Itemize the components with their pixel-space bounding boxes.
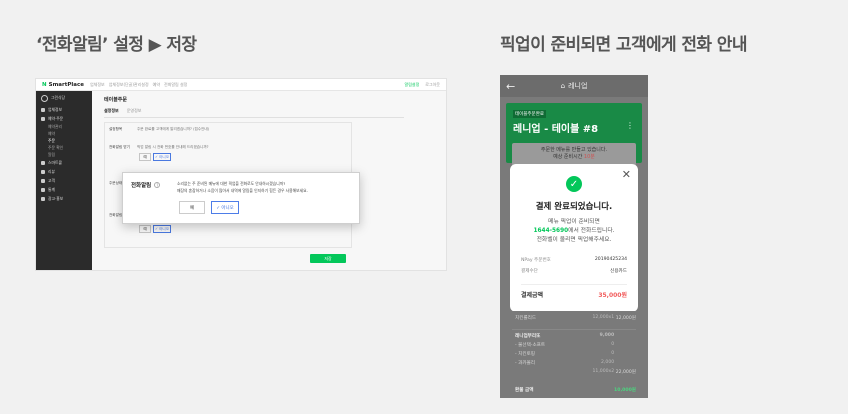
order-status-badge: 테이블주문완료 [513,110,546,118]
breadcrumb-item[interactable]: 업체정보(단골)관리설정 [109,82,149,88]
left-heading: ‘전화알림’ 설정 ▶ 저장 [36,35,197,55]
list-item: 치킨롤리드 12,000x1 12,000원 [515,315,636,321]
brand-logo[interactable]: N SmartPlace [42,82,84,88]
modal-message: 전화벨이 울리면 픽업해주세요. [536,237,612,243]
right-heading: 픽업이 준비되면 고객에게 전화 안내 [500,35,747,55]
sidebar-item[interactable]: 업체정보 [36,105,92,114]
sidebar-subitem[interactable]: 주문 확인 [36,144,92,151]
dialog-text: 소리없는 주 준비된 메뉴에 대한 픽업을 전화로도 안내하시겠습니까? [177,181,286,186]
total-row: 결제금액 35,000원 [521,292,627,299]
refund-row: 환불 금액 10,000원 [515,388,636,393]
phone-alert-dialog: 전화알림? 소리없는 주 준비된 메뉴에 대한 픽업을 전화로도 안내하시겠습니… [122,172,360,224]
sidebar-item[interactable]: 통계 [36,185,92,194]
dialog-no-button[interactable]: ✓ 아니오 [211,201,239,214]
divider [512,329,636,330]
sidebar-item[interactable]: 스마트콜 [36,158,92,167]
pencil-icon [41,169,45,174]
sidebar: 그린식당 업체정보 예약·주문 예약관리 예약 주문 주문 확인 알림 스마트콜… [36,91,92,270]
dialog-title: 전화알림? [131,182,161,189]
order-number-row: NPay 주문번호 20190425234 [521,257,627,263]
more-icon[interactable]: ⋮ [626,121,634,130]
list-item: 11,000x2 22,000원 [592,369,636,375]
sidebar-subitem[interactable]: 주문 [36,137,92,144]
list-item: - 과카몰리 2,000 [515,360,615,366]
breadcrumb-item[interactable]: 예약 [153,82,160,88]
order-items: 치킨롤리드 12,000x1 12,000원 레니업부리또 9,000 - 물선택-소… [506,311,642,398]
breadcrumb-item[interactable]: 전화알림 설정 [164,82,187,88]
list-item: - 물선택-소프트 0 [515,342,615,348]
phone-screenshot: ← ⌂ 레니업 테이블주문완료 레니업 - 테이블 #8 ⋮ 주문한 메뉴를 만들… [500,75,648,398]
sidebar-item[interactable]: 광고·홍보 [36,194,92,203]
dialog-yes-button[interactable]: 예 [179,201,205,214]
sidebar-subitem[interactable]: 예약 [36,130,92,137]
chart-icon [41,187,45,192]
calendar-icon [41,116,45,121]
home-icon: ⌂ [560,82,566,90]
notify-link[interactable]: 알림설정 [405,82,420,88]
store-table-name: 레니업 - 테이블 #8 [513,124,599,135]
modal-message: 1644-5690에서 전화드립니다. [533,228,615,234]
sidebar-subitem[interactable]: 알림 [36,151,92,158]
modal-message: 메뉴 픽업이 준비되면 [548,219,600,225]
payment-complete-modal: ✕ ✓ 결제 완료되었습니다. 메뉴 픽업이 준비되면 1644-5690에서 … [510,164,638,312]
sidebar-item[interactable]: 리뷰 [36,167,92,176]
payment-method-row: 결제수단 신용카드 [521,269,627,274]
store-icon [41,107,45,112]
breadcrumb-item[interactable]: 업체정보 [90,82,105,88]
sidebar-item[interactable]: 고객 [36,176,92,185]
phone-title: ⌂ 레니업 [560,82,588,90]
phone-icon [41,160,45,165]
list-item: - 치킨토핑 0 [515,351,615,357]
admin-topbar: N SmartPlace 업체정보 업체정보(단골)관리설정 예약 전화알림 설정… [36,79,446,91]
sidebar-subitem[interactable]: 예약관리 [36,123,92,130]
avatar-icon [41,94,48,102]
megaphone-icon [41,196,45,201]
modal-title: 결제 완료되었습니다. [535,202,613,212]
logout-link[interactable]: 로그아웃 [425,82,440,88]
dialog-text: 매장의 혼잡하거나 소음이 많아서 내역에 알림을 인지하기 힘든 경우 사용해… [177,188,308,193]
close-icon[interactable]: ✕ [622,168,631,181]
list-item: 레니업부리또 9,000 [515,333,615,339]
phone-header: ← ⌂ 레니업 [500,75,648,97]
user-icon [41,178,45,183]
help-icon[interactable]: ? [154,182,161,188]
save-button[interactable]: 저장 [310,254,346,263]
check-icon: ✓ [566,176,582,192]
divider [521,284,627,285]
sidebar-profile[interactable]: 그린식당 [36,91,92,105]
sidebar-item[interactable]: 예약·주문 [36,114,92,123]
